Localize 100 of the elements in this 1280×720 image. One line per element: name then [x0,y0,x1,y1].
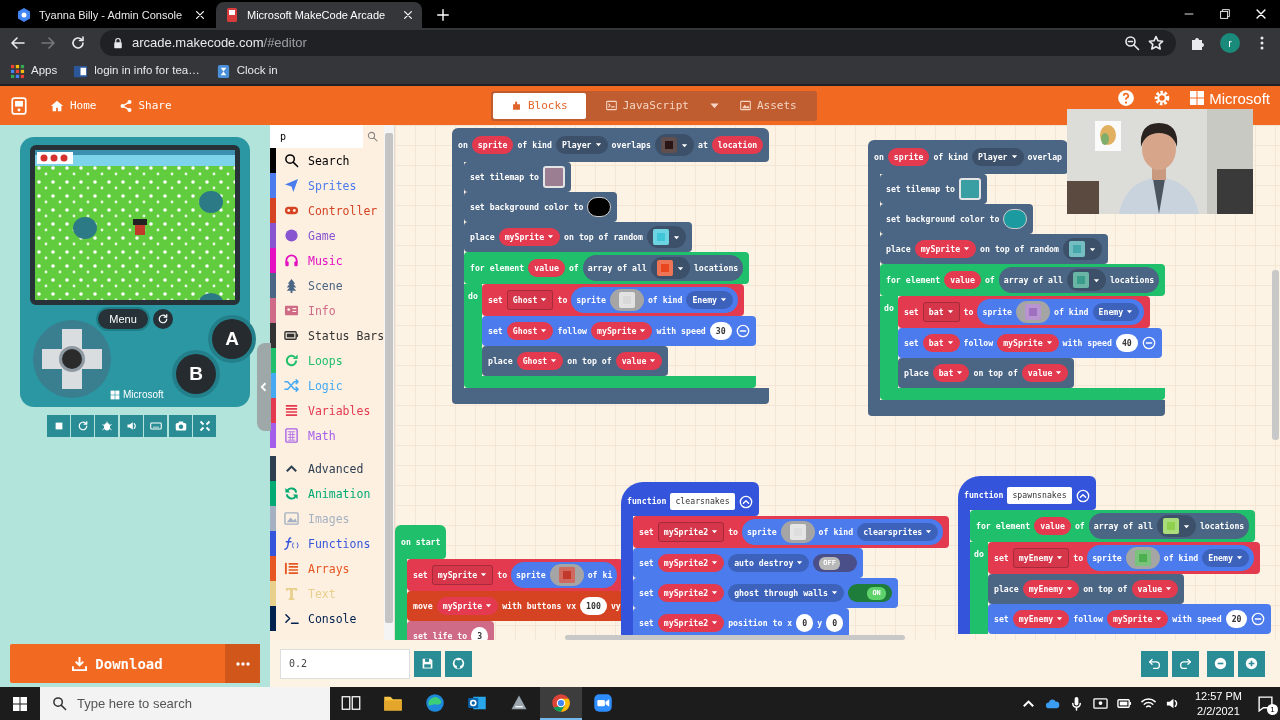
number-field[interactable]: 0 [796,613,814,633]
number-field[interactable]: 40 [1115,333,1138,353]
variable-pill[interactable]: value [1034,516,1071,536]
code-block[interactable]: set Ghost follow mySprite with speed 30 [482,316,756,346]
block-label: for element [886,275,941,285]
variable-dropdown[interactable]: mySprite [498,227,561,247]
code-block[interactable]: place bat on top of value [898,358,1075,388]
variable-dropdown[interactable]: myEnemy [1012,547,1070,569]
variable-dropdown[interactable]: mySprite2 [657,553,725,573]
code-block[interactable]: set bat to sprite of kind Enemy [898,296,1151,328]
code-block[interactable]: set myEnemy to sprite of kind Enemy [988,542,1260,574]
browser-tab[interactable]: Microsoft MakeCode Arcade [216,2,422,28]
function-block[interactable]: function spawnsnakes [958,476,1096,510]
variable-pill[interactable]: sprite [887,147,930,167]
download-button[interactable]: Download [10,644,225,683]
variable-dropdown[interactable]: Ghost [506,289,554,311]
variable-dropdown[interactable]: Ghost [506,321,554,341]
function-name-field[interactable]: spawnsnakes [1007,487,1072,504]
variable-pill[interactable]: location [711,135,764,155]
variable-dropdown[interactable]: mySprite [997,333,1059,353]
variable-pill[interactable]: value [944,270,981,290]
variable-dropdown[interactable]: mySprite [1106,609,1169,629]
block-label: on top of [1083,584,1128,594]
address-bar[interactable]: arcade.makecode.com/#editor [100,30,1176,56]
loop-block[interactable]: for element value of array of all locations [970,510,1256,542]
variable-dropdown[interactable]: value [615,351,663,371]
code-block[interactable]: set life to 3 [407,621,495,640]
variable-dropdown[interactable]: mySprite [914,239,977,259]
code-block[interactable]: set myEnemy follow mySprite with speed 20 [988,604,1272,634]
variable-dropdown[interactable]: mySprite2 [657,613,725,633]
editor-tab[interactable]: JavaScript [587,92,707,119]
number-field[interactable]: 100 [580,596,607,616]
event-block[interactable]: on sprite of kind Player overlap [868,140,1069,174]
variable-dropdown[interactable]: mySprite2 [657,521,725,543]
option-dropdown[interactable]: Enemy [686,290,734,310]
code-block[interactable]: place Ghost on top of value [482,346,669,376]
block-label: with speed [1062,338,1112,348]
option-dropdown[interactable]: ghost through walls [728,583,844,603]
code-block[interactable]: set tilemap to [880,174,987,204]
variable-dropdown[interactable]: myEnemy [1012,609,1070,629]
bookmark[interactable]: Clock in [215,62,278,80]
function-name-field[interactable]: clearsnakes [670,493,735,510]
code-block[interactable]: set mySprite to sprite of ki [407,559,624,591]
editor-tab[interactable]: Blocks [493,92,586,119]
variable-dropdown[interactable]: bat [922,301,960,323]
code-block[interactable]: set Ghost to sprite of kind Enemy [482,284,745,316]
option-dropdown[interactable]: Enemy [1092,302,1140,322]
search-field[interactable]: p [270,125,363,148]
block-label: of kind [647,295,683,305]
code-block[interactable]: set tilemap to [464,162,571,192]
block-label: of kind [933,152,968,162]
bookmark[interactable]: Apps [10,62,58,80]
variable-dropdown[interactable]: mySprite2 [657,583,725,603]
code-block[interactable]: set mySprite2 to sprite of kind clearsprites [633,516,950,548]
header-link[interactable]: Home [50,98,97,113]
function-block[interactable]: function clearsnakes [621,482,759,516]
menu-button[interactable]: Menu [98,309,148,329]
profile-avatar[interactable]: r [1220,33,1240,53]
event-block[interactable]: on sprite of kind Player overlaps at location [452,128,770,162]
a-button[interactable]: A [212,319,252,359]
variable-dropdown[interactable]: mySprite [431,564,494,586]
variable-dropdown[interactable]: value [1131,579,1179,599]
editor-tab[interactable]: Assets [722,92,815,119]
variable-dropdown[interactable]: mySprite [591,321,653,341]
variable-dropdown[interactable]: Ghost [516,351,564,371]
b-button[interactable]: B [176,354,216,394]
search-field[interactable]: Type here to search [40,687,330,720]
code-block[interactable]: place mySprite on top of random [880,234,1108,264]
code-block[interactable]: set background color to [880,204,1034,234]
header-link[interactable]: Share [118,98,172,113]
number-field[interactable]: 0 [826,613,844,633]
browser-tab[interactable]: Tyanna Billy - Admin Console [8,2,214,28]
number-field[interactable]: 30 [709,321,732,341]
project-name-field[interactable]: 0.2 [280,648,410,679]
variable-dropdown[interactable]: bat [932,363,970,383]
block-label: set [488,326,503,336]
number-field[interactable]: 20 [1225,609,1248,629]
variable-pill[interactable]: value [528,258,565,278]
bookmark[interactable]: login in info for tea… [73,62,200,80]
block-label: overlaps [611,140,651,150]
option-dropdown[interactable]: clearsprites [857,522,939,542]
variable-pill[interactable]: sprite [471,135,514,155]
variable-dropdown[interactable]: value [1021,363,1069,383]
code-block[interactable]: set background color to [464,192,618,222]
code-block[interactable]: set mySprite2 position to x 0 y 0 [633,608,850,638]
code-block[interactable]: place mySprite on top of random [464,222,692,252]
option-dropdown[interactable]: Player [555,135,608,155]
number-field[interactable]: 3 [471,626,489,640]
code-block[interactable]: place myEnemy on top of value [988,574,1185,604]
variable-dropdown[interactable]: bat [922,333,960,353]
option-dropdown[interactable]: Player [971,147,1024,167]
loop-block[interactable]: for element value of array of all locations [880,264,1166,296]
clock[interactable]: 12:57 PM 2/2/2021 [1188,689,1248,718]
code-block[interactable]: set bat follow mySprite with speed 40 [898,328,1162,358]
option-dropdown[interactable]: auto destroy [728,553,810,573]
variable-dropdown[interactable]: mySprite [436,596,499,616]
option-dropdown[interactable]: Enemy [1202,548,1249,568]
loop-block[interactable]: for element value of array of all locations [464,252,750,284]
variable-dropdown[interactable]: myEnemy [1022,579,1080,599]
brand-label: Microsoft [123,388,164,402]
